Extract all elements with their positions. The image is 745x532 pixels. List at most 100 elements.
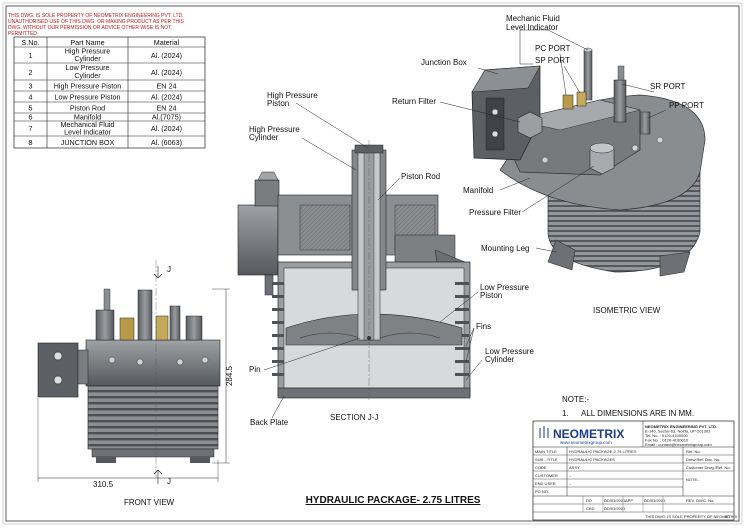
- table-row-6-no: 6: [29, 113, 33, 122]
- table-row-7-no: 7: [29, 124, 33, 133]
- drawing-sheet: THIS DWG. IS SOLE PROPERTY OF NEOMETRIX …: [0, 0, 745, 527]
- table-header-material: Material: [154, 38, 180, 47]
- ref-field-1: Ref. No.: [686, 449, 701, 454]
- label-isometric-view: ISOMETRIC VIEW: [593, 306, 661, 315]
- table-row-8-no: 8: [29, 138, 33, 147]
- label-sp-port: SP PORT: [535, 56, 570, 65]
- tb-row-value-1: HYDRAULIC PACKAGE-2.75 LITRES: [569, 449, 637, 454]
- label-fins: Fins: [476, 322, 491, 331]
- table-row-3-name: High Pressure Piston: [54, 82, 122, 91]
- label-return-filter: Return Filter: [392, 97, 436, 106]
- table-row-7-name-b: Level Indicator: [64, 128, 111, 137]
- logo-website: www.neometrixgroup.com: [560, 440, 612, 445]
- iso-mounting-leg-right: [659, 251, 691, 277]
- label-lp-piston-2: Piston: [480, 291, 502, 300]
- front-manifold: [85, 339, 221, 387]
- label-pc-port: PC PORT: [535, 44, 571, 53]
- note-item: ALL DIMENSIONS ARE IN MM.: [581, 409, 694, 418]
- table-row-2-material: Al. (2024): [151, 68, 182, 77]
- table-row-5-material: EN 24: [157, 104, 177, 113]
- bottom-notice: THIS DWG. IS SOLE PROPERTY OF NEOMETRIX: [645, 514, 738, 519]
- tb-row-label-5: END USER: [535, 481, 556, 486]
- tb-row-label-2: SUB - TITLE: [535, 457, 558, 462]
- label-pp-port: PP PORT: [669, 101, 704, 110]
- front-junction-box: [37, 342, 79, 398]
- tb-row-label-3: CODE: [535, 465, 547, 470]
- section-mark-bottom: J: [167, 477, 171, 486]
- label-pin: Pin: [249, 365, 261, 374]
- date-cell-1: DD/01/2021: [604, 498, 626, 503]
- table-row-4-name: Low Pressure Piston: [55, 93, 121, 102]
- table-row-2-no: 2: [29, 68, 33, 77]
- table-row-8-material: Al. (6063): [151, 138, 182, 147]
- front-fluid-level-indicator: [137, 289, 153, 341]
- iso-pp-port: [639, 111, 651, 135]
- iso-pc-port: [562, 94, 574, 110]
- front-fins: [87, 384, 219, 450]
- copyright-line-4: PERMITTED: [8, 31, 37, 37]
- date-cell-3: DD/01/2021: [644, 498, 666, 503]
- table-header-sno: S.No.: [22, 38, 40, 47]
- dimension-height: 284.5: [225, 365, 234, 386]
- drawing-title: HYDRAULIC PACKAGE- 2.75 LITRES: [306, 495, 481, 506]
- table-row-1-material: Al. (2024): [151, 51, 182, 60]
- label-lp-cylinder-2: Cylinder: [485, 355, 515, 364]
- label-sr-port: SR PORT: [650, 82, 686, 91]
- label-front-view: FRONT VIEW: [124, 498, 175, 507]
- section-mark-top: J: [167, 265, 171, 274]
- ref-field-2: Drew Ref. Doc. No.: [686, 457, 720, 462]
- sign-cell-2: CKD: [586, 506, 595, 511]
- table-row-5-name: Piston Rod: [70, 104, 105, 113]
- sign-cell-3: APP: [625, 498, 633, 503]
- table-row-3-material: EN 24: [157, 82, 177, 91]
- note-block: NOTE:- 1. ALL DIMENSIONS ARE IN MM.: [562, 395, 694, 418]
- table-row-1-name-b: Cylinder: [74, 54, 101, 63]
- table-row-6-material: Al.(7075): [152, 113, 181, 122]
- label-hp-piston-2: Piston: [267, 99, 289, 108]
- table-row-7-material: Al. (2024): [151, 124, 182, 133]
- tb-row-label-6: PO NO.: [535, 489, 549, 494]
- section-back-plate: [277, 387, 471, 399]
- label-piston-rod: Piston Rod: [401, 172, 440, 181]
- note-item-no: 1.: [562, 409, 569, 418]
- label-junction-box: Junction Box: [421, 58, 467, 67]
- tb-row-label-1: MAIN TITLE: [535, 449, 557, 454]
- date-cell-2: DD/01/2021: [604, 506, 626, 511]
- table-row-5-no: 5: [29, 104, 33, 113]
- label-manifold: Manifold: [463, 186, 493, 195]
- ref-field-3: Customer Drwg./Ref. No.: [686, 465, 731, 470]
- label-mounting-leg: Mounting Leg: [481, 244, 529, 253]
- sheet-number: 00: [725, 514, 730, 519]
- title-block: NEOMETRIX www.neometrixgroup.com NEOMETR…: [532, 420, 738, 521]
- table-row-2-name-b: Cylinder: [74, 71, 101, 80]
- label-back-plate: Back Plate: [250, 418, 289, 427]
- iso-sr-port: [613, 79, 627, 123]
- tb-row-label-4: CUSTOMER: [535, 473, 558, 478]
- label-mech-fluid-2: Level Indicator: [506, 23, 558, 32]
- table-row-4-material: Al. (2024): [151, 93, 182, 102]
- iso-sp-port: [576, 91, 587, 107]
- front-view: J J 284.5 310.5 FRONT VIEW: [37, 260, 234, 507]
- table-row-4-no: 4: [29, 93, 33, 102]
- dimension-width: 310.5: [93, 480, 114, 489]
- copyright-notice: THIS DWG. IS SOLE PROPERTY OF NEOMETRIX …: [8, 13, 185, 37]
- label-section-jj: SECTION J-J: [330, 413, 378, 422]
- note-field: NOTE:-: [686, 477, 700, 482]
- logo-text: NEOMETRIX: [553, 427, 624, 441]
- note-heading: NOTE:-: [562, 395, 589, 404]
- parts-table: S.No. Part Name Material 1 High Pressure…: [13, 36, 206, 149]
- tb-row-value-2: HYDRAULIC PACKAGES: [569, 457, 615, 462]
- section-manifold-block: [237, 204, 279, 276]
- tb-row-value-3: ASSY: [569, 465, 580, 470]
- table-row-8-name: JUNCTION BOX: [61, 138, 115, 147]
- label-mech-fluid-1: Mechanic Fluid: [506, 14, 560, 23]
- technical-drawing: THIS DWG. IS SOLE PROPERTY OF NEOMETRIX …: [2, 2, 743, 525]
- company-line-5: Email : contact@neometrixgroup.com: [645, 442, 712, 447]
- label-pressure-filter: Pressure Filter: [469, 208, 521, 217]
- label-hp-cylinder-2: Cylinder: [249, 133, 279, 142]
- iso-return-filter: [517, 111, 543, 139]
- table-row-3-no: 3: [29, 82, 33, 91]
- sign-cell-1: DD: [586, 498, 592, 503]
- table-row-1-no: 1: [29, 51, 33, 60]
- rev-dwg-label: REV. DWG. No.: [686, 498, 714, 503]
